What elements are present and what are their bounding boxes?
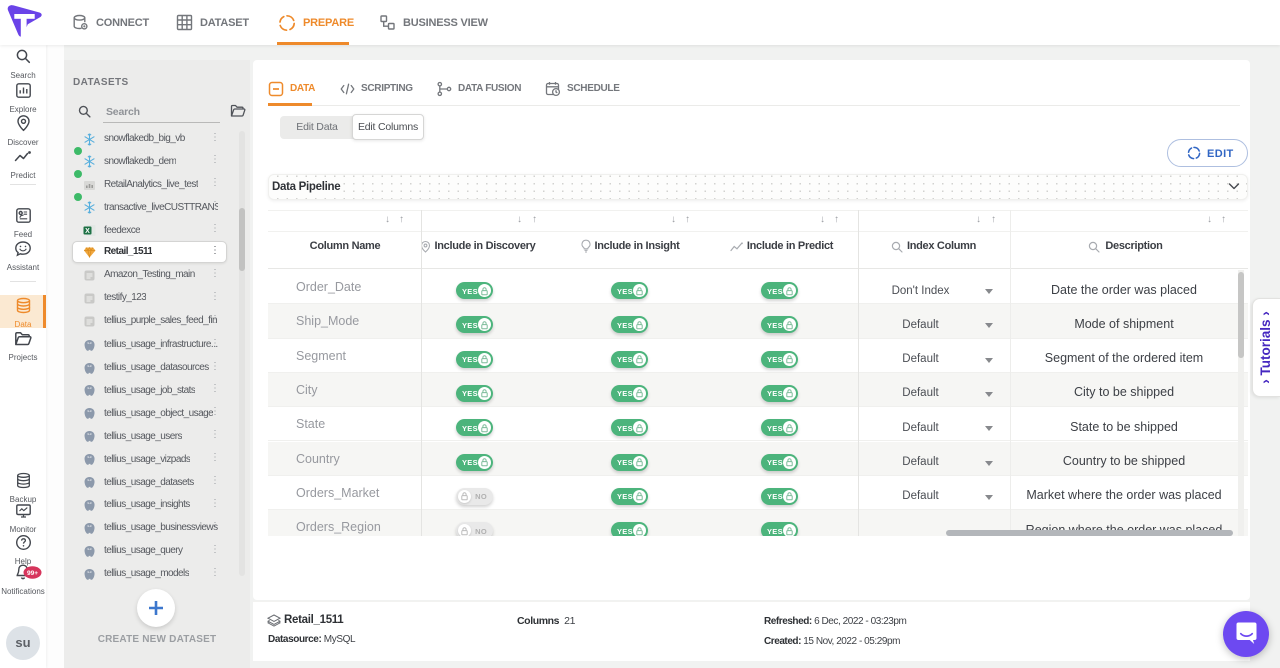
svg-text:99+: 99+ [27,570,38,577]
svg-text:X: X [85,228,90,235]
